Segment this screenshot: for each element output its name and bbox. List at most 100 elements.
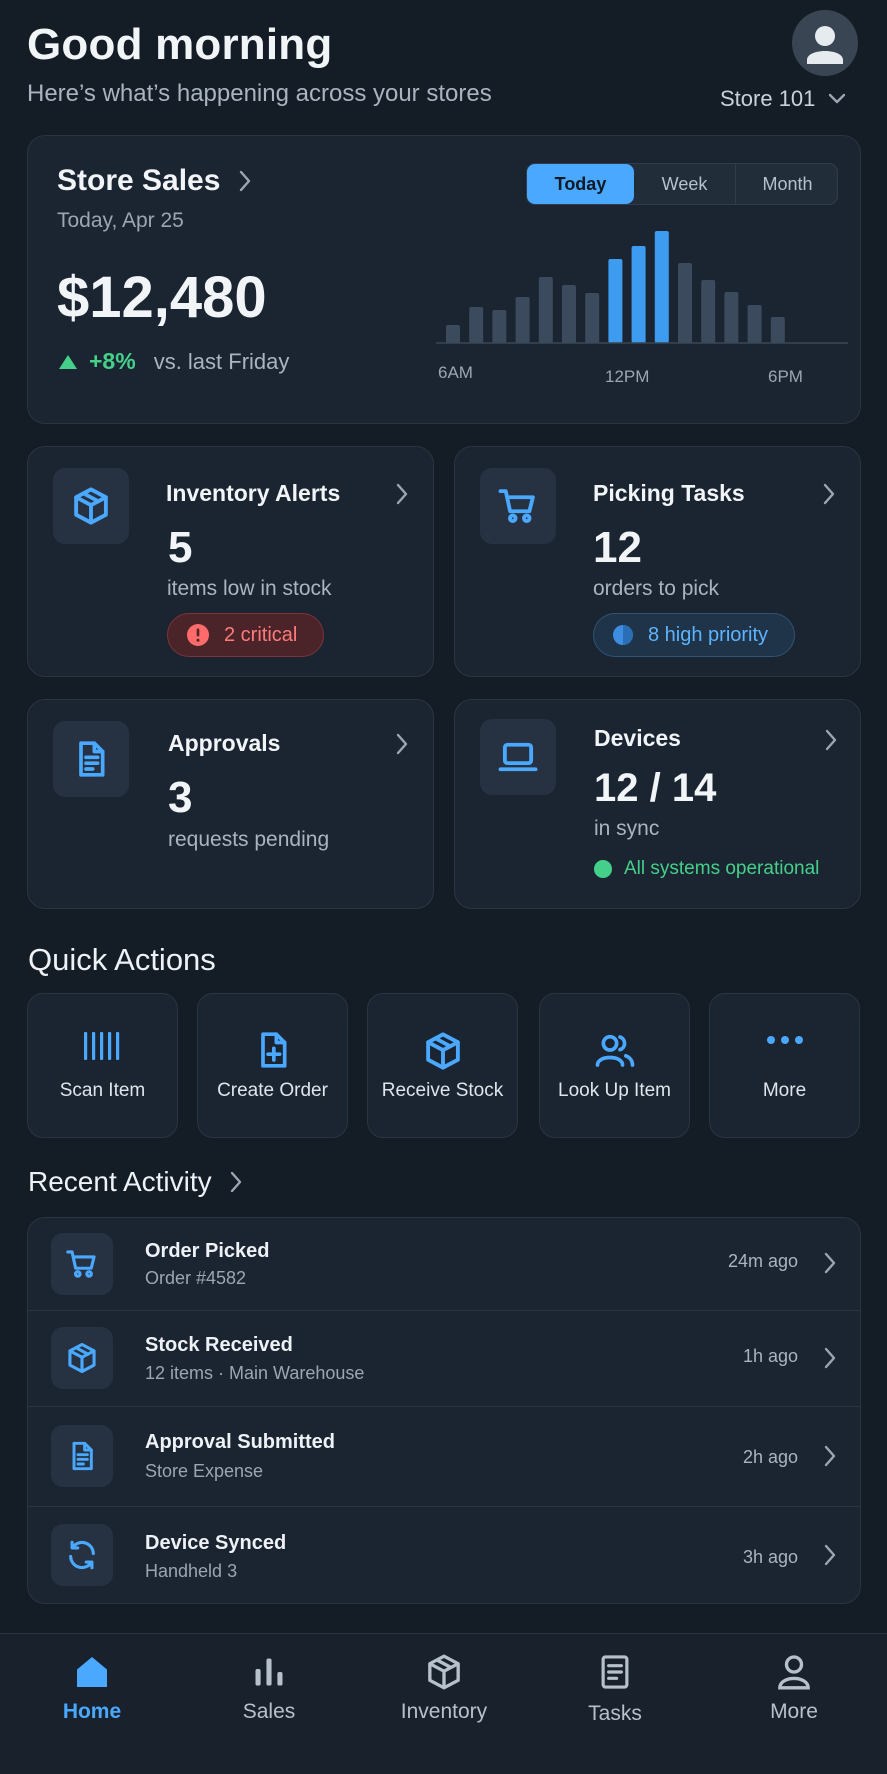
barcode-icon bbox=[83, 1032, 119, 1060]
store-selector[interactable]: Store 101 bbox=[720, 84, 847, 114]
chevron-right-icon bbox=[396, 733, 408, 755]
cart-icon bbox=[66, 1250, 96, 1278]
activity-row[interactable]: Order Picked Order #4582 24m ago bbox=[28, 1218, 860, 1310]
tab-week[interactable]: Week bbox=[634, 164, 736, 204]
nav-inventory[interactable]: Inventory bbox=[369, 1650, 519, 1724]
sales-bar bbox=[724, 292, 739, 343]
chevron-right-icon bbox=[238, 169, 252, 193]
activity-row[interactable]: Device Synced Handheld 3 3h ago bbox=[28, 1507, 860, 1603]
picking-tasks-caption: orders to pick bbox=[593, 577, 720, 600]
scan-item-label: Scan Item bbox=[59, 1080, 146, 1101]
chevron-right-icon bbox=[824, 1252, 836, 1274]
box-icon bbox=[74, 487, 108, 525]
sales-date: Today, Apr 25 bbox=[57, 209, 184, 232]
create-order-label: Create Order bbox=[217, 1080, 328, 1101]
nav-home-label: Home bbox=[62, 1700, 122, 1723]
sales-bar bbox=[631, 246, 646, 343]
bar-chart-icon bbox=[255, 1658, 283, 1686]
tab-today[interactable]: Today bbox=[527, 164, 634, 204]
sales-bar bbox=[492, 310, 507, 343]
users-icon bbox=[595, 1034, 634, 1067]
approvals-card[interactable]: Approvals 3 requests pending bbox=[27, 699, 434, 909]
document-icon bbox=[79, 741, 105, 777]
sales-amount: $12,480 bbox=[57, 265, 267, 330]
critical-badge-label: 2 critical bbox=[224, 623, 298, 646]
create-order-button[interactable]: Create Order bbox=[197, 993, 348, 1138]
approvals-value: 3 bbox=[168, 773, 193, 822]
store-sales-title: Store Sales bbox=[57, 164, 221, 197]
picking-tasks-title: Picking Tasks bbox=[593, 480, 745, 506]
inventory-alerts-caption: items low in stock bbox=[167, 577, 332, 600]
add-document-icon bbox=[260, 1032, 286, 1068]
clipboard-icon bbox=[601, 1655, 629, 1689]
tick-label-6am: 6AM bbox=[438, 363, 473, 382]
quick-actions-title: Quick Actions bbox=[28, 942, 216, 977]
activity-title: Device Synced bbox=[145, 1532, 287, 1554]
activity-icon-tile bbox=[51, 1524, 113, 1586]
recent-activity-title: Recent Activity bbox=[28, 1166, 212, 1197]
picking-icon-tile bbox=[480, 468, 556, 544]
chevron-right-icon bbox=[823, 483, 835, 505]
user-icon bbox=[778, 1655, 810, 1690]
nav-sales[interactable]: Sales bbox=[194, 1650, 344, 1724]
approvals-caption: requests pending bbox=[168, 828, 330, 851]
sales-bar bbox=[585, 293, 600, 343]
avatar[interactable] bbox=[792, 10, 858, 76]
devices-value: 12 / 14 bbox=[594, 766, 717, 810]
approvals-icon-tile bbox=[53, 721, 129, 797]
approvals-title: Approvals bbox=[168, 730, 281, 756]
document-icon bbox=[72, 1441, 93, 1471]
sales-bar bbox=[747, 305, 762, 343]
chevron-right-icon bbox=[230, 1171, 242, 1193]
priority-dot-icon bbox=[613, 625, 633, 645]
cart-icon bbox=[498, 489, 535, 523]
devices-title: Devices bbox=[594, 725, 681, 751]
activity-subtitle: Order #4582 bbox=[145, 1268, 247, 1288]
store-sales-card[interactable]: Store Sales Today, Apr 25 $12,480 +8% vs… bbox=[27, 135, 861, 424]
sales-bar bbox=[608, 259, 623, 343]
activity-title: Stock Received bbox=[145, 1334, 293, 1356]
recent-activity-header[interactable]: Recent Activity bbox=[28, 1166, 242, 1198]
activity-time: 24m ago bbox=[727, 1251, 798, 1271]
picking-tasks-value: 12 bbox=[593, 523, 642, 572]
user-icon bbox=[807, 26, 843, 64]
devices-status-label: All systems operational bbox=[624, 858, 820, 879]
nav-tasks[interactable]: Tasks bbox=[540, 1650, 690, 1726]
alert-icon bbox=[187, 624, 209, 646]
chevron-right-icon bbox=[824, 1347, 836, 1369]
activity-row[interactable]: Approval Submitted Store Expense 2h ago bbox=[28, 1407, 860, 1506]
more-actions-label: More bbox=[762, 1080, 807, 1101]
devices-icon-tile bbox=[480, 719, 556, 795]
receive-stock-button[interactable]: Receive Stock bbox=[367, 993, 518, 1138]
picking-tasks-card[interactable]: Picking Tasks 12 orders to pick 8 high p… bbox=[454, 446, 861, 677]
nav-home[interactable]: Home bbox=[17, 1650, 167, 1724]
sales-bar bbox=[469, 307, 484, 343]
more-actions-button[interactable]: More bbox=[709, 993, 860, 1138]
look-up-item-button[interactable]: Look Up Item bbox=[539, 993, 690, 1138]
devices-card[interactable]: Devices 12 / 14 in sync All systems oper… bbox=[454, 699, 861, 909]
activity-title: Approval Submitted bbox=[145, 1431, 336, 1453]
nav-tasks-label: Tasks bbox=[588, 1702, 642, 1725]
inventory-alerts-card[interactable]: Inventory Alerts 5 items low in stock 2 … bbox=[27, 446, 434, 677]
sync-icon bbox=[69, 1540, 95, 1570]
sales-bar bbox=[678, 263, 692, 343]
devices-status: All systems operational bbox=[594, 858, 819, 880]
tab-month[interactable]: Month bbox=[736, 164, 839, 204]
nav-inventory-label: Inventory bbox=[400, 1700, 488, 1723]
sales-bar bbox=[538, 277, 553, 343]
page-title: Good morning bbox=[27, 20, 333, 69]
scan-item-button[interactable]: Scan Item bbox=[27, 993, 178, 1138]
activity-subtitle: 12 items · Main Warehouse bbox=[145, 1363, 365, 1383]
store-sales-header[interactable]: Store Sales bbox=[57, 164, 252, 198]
critical-badge[interactable]: 2 critical bbox=[167, 613, 324, 657]
trend-up-icon bbox=[59, 354, 77, 369]
priority-badge[interactable]: 8 high priority bbox=[593, 613, 795, 657]
activity-row[interactable]: Stock Received 12 items · Main Warehouse… bbox=[28, 1311, 860, 1406]
chevron-right-icon bbox=[396, 483, 408, 505]
page-subtitle: Here’s what’s happening across your stor… bbox=[27, 80, 492, 107]
nav-sales-label: Sales bbox=[242, 1700, 296, 1723]
box-icon bbox=[425, 1032, 460, 1070]
sales-bar bbox=[654, 231, 669, 343]
nav-more[interactable]: More bbox=[719, 1650, 869, 1724]
sales-bar bbox=[446, 325, 460, 343]
